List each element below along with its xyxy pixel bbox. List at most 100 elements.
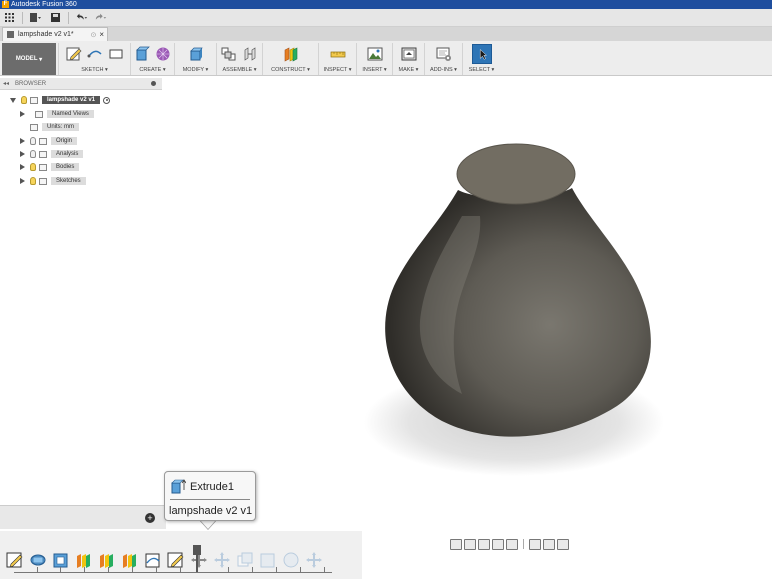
fit-icon[interactable] (506, 538, 518, 550)
tooltip-subtitle: lampshade v2 v1 (169, 505, 253, 517)
browser-item-sketches[interactable]: Sketches (20, 176, 86, 186)
sync-icon: ⊙ (90, 31, 97, 39)
plane-feature-icon[interactable] (98, 551, 116, 569)
3d-viewport[interactable] (162, 76, 772, 531)
quick-access-toolbar (0, 9, 772, 27)
browser-item-bodies[interactable]: Bodies (20, 162, 80, 172)
grid-icon[interactable] (3, 12, 15, 24)
add-ins-group[interactable]: ADD-INS ▾ (424, 43, 462, 75)
browser-item-origin[interactable]: Origin (20, 136, 78, 146)
browser-item-named-views[interactable]: Named Views (20, 109, 94, 119)
modify-group[interactable]: MODIFY ▾ (174, 43, 216, 75)
browser-header[interactable]: ◂◂ BROWSER (0, 78, 162, 90)
visibility-bulb-icon[interactable] (30, 150, 36, 158)
divider (68, 11, 69, 24)
browser-root-row[interactable]: lampshade v2 v1 (10, 95, 111, 105)
pan-icon[interactable] (478, 538, 490, 550)
select-icon[interactable] (471, 44, 492, 64)
zoom-icon[interactable] (492, 538, 504, 550)
insert-image-icon[interactable] (367, 46, 383, 62)
inspect-group[interactable]: INSPECT ▾ (318, 43, 356, 75)
assemble-group-label: ASSEMBLE ▾ (222, 67, 257, 73)
redo-icon[interactable] (95, 12, 107, 24)
move-feature-icon[interactable] (305, 551, 323, 569)
look-at-icon[interactable] (464, 538, 476, 550)
activate-radio-icon[interactable] (103, 96, 111, 104)
scripts-icon[interactable] (436, 46, 452, 62)
create-sketch-icon[interactable] (66, 46, 82, 62)
title-bar: F Autodesk Fusion 360 (0, 0, 772, 9)
browser-item-label: Analysis (51, 150, 84, 158)
select-group[interactable]: SELECT ▾ (462, 43, 500, 75)
3d-print-icon[interactable] (401, 46, 417, 62)
make-group[interactable]: MAKE ▾ (392, 43, 424, 75)
modify-group-label: MODIFY ▾ (182, 67, 209, 73)
folder-icon (39, 150, 47, 158)
collapse-icon[interactable]: ◂◂ (3, 80, 9, 87)
orbit-icon[interactable] (450, 538, 462, 550)
scale-feature-icon[interactable] (259, 551, 277, 569)
viewports-icon[interactable] (557, 538, 569, 550)
visibility-bulb-icon[interactable] (30, 163, 36, 171)
insert-group[interactable]: INSERT ▾ (356, 43, 392, 75)
grid-settings-icon[interactable] (543, 538, 555, 550)
rectangle-icon[interactable] (108, 46, 124, 62)
timeline-tick (252, 567, 253, 573)
construct-group[interactable]: CONSTRUCT ▾ (262, 43, 318, 75)
revolve-feature-icon[interactable] (29, 551, 47, 569)
insert-group-label: INSERT ▾ (362, 67, 387, 73)
document-tab[interactable]: lampshade v2 v1* ⊙ × (2, 27, 108, 41)
browser-item-analysis[interactable]: Analysis (20, 149, 84, 159)
form-feature-icon[interactable] (282, 551, 300, 569)
visibility-bulb-icon[interactable] (30, 177, 36, 185)
folder-icon (39, 163, 47, 171)
browser-item-units[interactable]: Units: mm (30, 122, 79, 132)
close-icon[interactable]: × (99, 30, 104, 39)
timeline-tick (37, 567, 38, 573)
display-settings-icon[interactable] (529, 538, 541, 550)
joint-icon[interactable] (242, 46, 258, 62)
expand-toggle-icon[interactable] (20, 111, 25, 117)
shell-feature-icon[interactable] (52, 551, 70, 569)
expand-toggle-icon[interactable] (20, 178, 25, 184)
browser-root-label: lampshade v2 v1 (42, 96, 101, 104)
undo-icon[interactable] (76, 12, 88, 24)
workspace-switcher-button[interactable]: MODEL ▾ (2, 43, 56, 75)
line-icon[interactable] (87, 46, 103, 62)
expand-toggle-icon[interactable] (20, 151, 25, 157)
sketch-feature-icon[interactable] (6, 551, 24, 569)
visibility-bulb-icon[interactable] (30, 137, 36, 145)
tooltip-arrow-fill (200, 520, 216, 529)
save-icon[interactable] (49, 12, 61, 24)
loft-feature-icon[interactable] (144, 551, 162, 569)
assemble-group[interactable]: ASSEMBLE ▾ (216, 43, 262, 75)
visibility-bulb-icon[interactable] (21, 96, 27, 104)
offset-plane-icon[interactable] (283, 46, 299, 62)
document-tab-label: lampshade v2 v1* (18, 31, 74, 38)
press-pull-icon[interactable] (188, 46, 204, 62)
plane-feature-icon[interactable] (121, 551, 139, 569)
extrude-icon[interactable] (134, 46, 150, 62)
browser-item-label: Bodies (51, 163, 80, 171)
divider (22, 11, 23, 24)
form-icon[interactable] (155, 46, 171, 62)
sketch-group[interactable]: SKETCH ▾ (58, 43, 130, 75)
expand-toggle-icon[interactable] (10, 97, 16, 103)
timeline-track[interactable] (14, 572, 332, 573)
sketch-feature-icon[interactable] (167, 551, 185, 569)
file-icon[interactable] (30, 12, 42, 24)
browser-title: BROWSER (15, 80, 47, 87)
lampshade-top-face[interactable] (456, 143, 576, 205)
expand-toggle-icon[interactable] (20, 164, 25, 170)
extrude-icon (171, 479, 186, 494)
tooltip-divider (170, 499, 250, 500)
measure-icon[interactable] (330, 46, 346, 62)
add-comment-button[interactable]: + (145, 513, 155, 523)
divider (523, 539, 524, 549)
expand-toggle-icon[interactable] (20, 138, 25, 144)
create-group[interactable]: CREATE ▾ (130, 43, 174, 75)
pin-icon[interactable] (151, 81, 156, 86)
timeline-marker[interactable] (193, 545, 201, 555)
timeline-tick (84, 567, 85, 573)
new-component-icon[interactable] (221, 46, 237, 62)
